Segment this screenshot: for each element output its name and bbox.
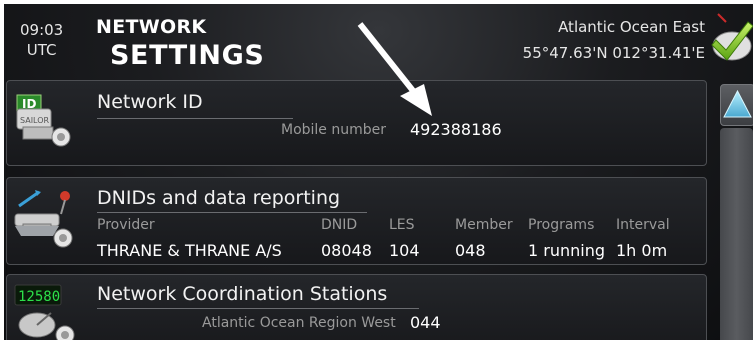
svg-text:12580: 12580 xyxy=(18,289,60,305)
page-title-line1: NETWORK xyxy=(96,16,207,38)
member-value: 048 xyxy=(455,241,486,260)
ncs-region-value: 044 xyxy=(410,313,441,332)
check-icon[interactable] xyxy=(710,10,753,66)
ocean-region: Atlantic Ocean East xyxy=(558,18,705,36)
network-id-title: Network ID xyxy=(97,91,203,113)
dnid-header: DNID xyxy=(321,217,358,233)
mobile-number-label: Mobile number xyxy=(281,122,387,138)
title-underline xyxy=(97,212,367,213)
scroll-up-button[interactable] xyxy=(720,84,753,126)
member-header: Member xyxy=(455,217,513,233)
provider-value: THRANE & THRANE A/S xyxy=(97,241,282,260)
mobile-number-value: 492388186 xyxy=(410,120,502,139)
dnid-panel[interactable]: DNIDs and data reporting Provider DNID L… xyxy=(6,177,707,265)
clock: 09:03 UTC xyxy=(20,20,63,60)
satellite-dish-icon: 12580 xyxy=(14,284,75,340)
programs-header: Programs xyxy=(528,217,595,233)
ncs-title: Network Coordination Stations xyxy=(97,283,388,305)
programs-value: 1 running xyxy=(528,241,606,260)
ncs-region-label: Atlantic Ocean Region West xyxy=(202,315,396,331)
dnid-value: 08048 xyxy=(321,241,372,260)
title-underline xyxy=(97,118,293,119)
clock-timezone: UTC xyxy=(26,41,57,59)
les-header: LES xyxy=(389,217,415,233)
up-arrow-icon xyxy=(723,89,752,118)
gps-position: 55°47.63'N 012°31.41'E xyxy=(522,44,705,62)
scrollbar-track[interactable] xyxy=(720,128,753,340)
screen: 09:03 UTC NETWORK SETTINGS Atlantic Ocea… xyxy=(4,4,753,340)
interval-header: Interval xyxy=(616,217,670,233)
svg-text:SAILOR: SAILOR xyxy=(20,116,50,125)
page-title-line2: SETTINGS xyxy=(110,40,265,71)
les-value: 104 xyxy=(389,241,420,260)
network-id-panel[interactable]: ID SAILOR Network ID Mobile number 49238… xyxy=(6,80,707,166)
clock-time: 09:03 xyxy=(20,21,64,39)
ncs-panel[interactable]: 12580 Network Coordination Stations Atla… xyxy=(6,274,707,340)
dnid-title: DNIDs and data reporting xyxy=(97,187,341,209)
data-reporting-icon xyxy=(14,190,73,248)
sailor-id-icon: ID SAILOR xyxy=(16,94,71,147)
title-underline xyxy=(97,308,419,309)
provider-header: Provider xyxy=(97,217,155,233)
interval-value: 1h 0m xyxy=(616,241,668,260)
